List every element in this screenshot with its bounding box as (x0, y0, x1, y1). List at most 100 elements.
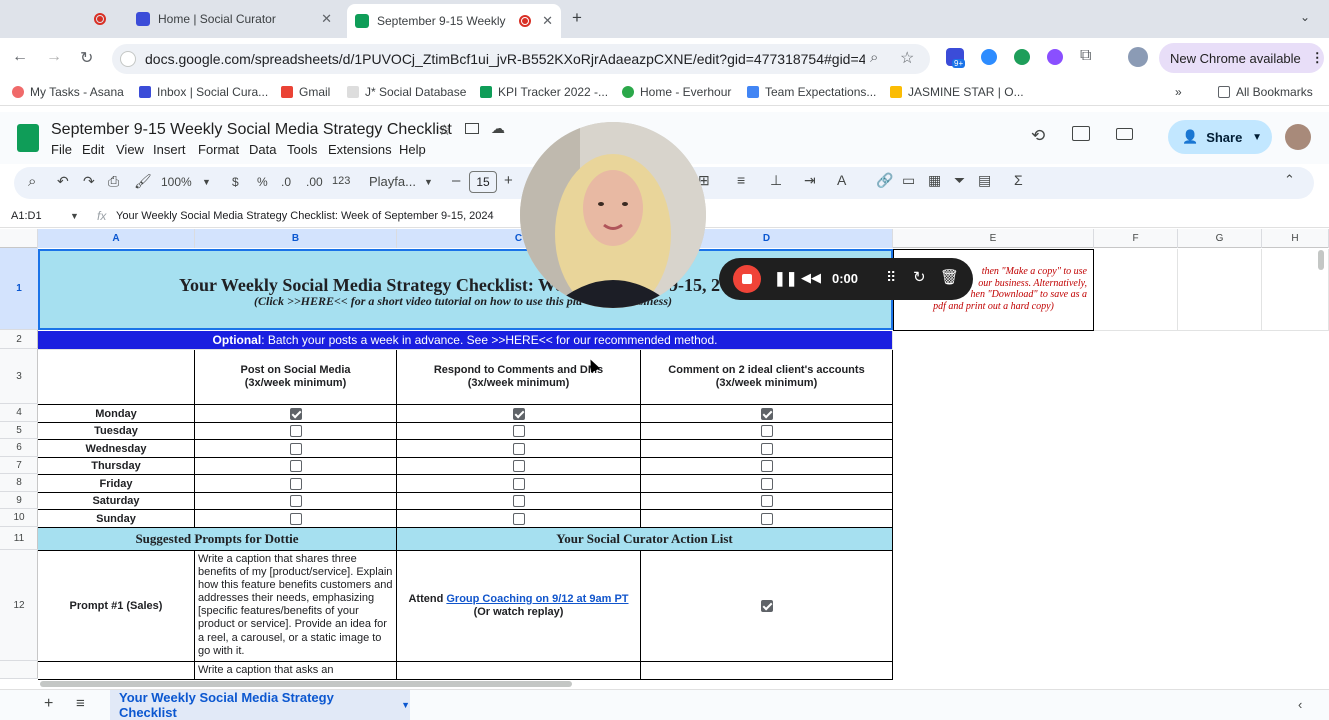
increase-font-size-icon[interactable]: + (504, 172, 513, 189)
day-label[interactable]: Thursday (38, 458, 195, 475)
bookmarks-overflow-icon[interactable]: » (1175, 85, 1182, 99)
row-header[interactable]: 1 (0, 248, 38, 330)
star-icon[interactable]: ☆ (438, 121, 451, 139)
menu-format[interactable]: Format (198, 142, 239, 157)
sheet-tab[interactable]: Your Weekly Social Media Strategy Checkl… (110, 690, 410, 720)
site-info-icon[interactable] (120, 51, 136, 67)
column-header-h[interactable]: H (1262, 229, 1329, 248)
percent-format-button[interactable]: % (257, 175, 268, 189)
select-all-corner[interactable] (0, 229, 38, 248)
task-checkbox[interactable] (512, 460, 525, 472)
bookmark-gmail[interactable]: Gmail (281, 85, 330, 99)
checkbox-cell[interactable] (641, 510, 893, 528)
close-icon[interactable]: ✕ (542, 13, 553, 29)
optional-banner[interactable]: Optional: Batch your posts a week in adv… (38, 331, 893, 350)
tab-sheets[interactable]: September 9-15 Weekly S ✕ (347, 4, 561, 38)
bookmark-social-database[interactable]: J* Social Database (347, 85, 466, 99)
checkbox-cell[interactable] (195, 440, 397, 458)
task-checkbox[interactable] (289, 407, 302, 420)
task-checkbox[interactable] (760, 407, 773, 420)
checkbox-cell[interactable] (641, 475, 893, 493)
zoom-search-icon[interactable]: ⌕ (870, 49, 878, 66)
task-checkbox[interactable] (512, 425, 525, 437)
decrease-decimal-button[interactable]: .0 (281, 175, 291, 189)
task-checkbox[interactable] (760, 495, 773, 507)
row-header[interactable]: 9 (0, 492, 38, 509)
empty-cell[interactable] (38, 662, 195, 680)
task-checkbox[interactable] (289, 495, 302, 507)
font-size-input[interactable]: 15 (469, 171, 497, 193)
prompt-1-label[interactable]: Prompt #1 (Sales) (38, 551, 195, 662)
text-wrap-icon[interactable]: ⇥ (804, 172, 816, 189)
checkbox-cell[interactable] (641, 423, 893, 440)
sheet-subtitle[interactable]: (Click >>HERE<< for a short video tutori… (254, 294, 582, 309)
checkbox-cell[interactable] (397, 493, 641, 510)
empty-header-cell[interactable] (38, 350, 195, 405)
forward-icon[interactable]: → (46, 48, 62, 66)
bookmark-inbox[interactable]: Inbox | Social Cura... (139, 85, 268, 99)
checkbox-cell[interactable] (195, 458, 397, 475)
share-dropdown-icon[interactable]: ▼ (1252, 132, 1262, 143)
day-label[interactable]: Tuesday (38, 423, 195, 440)
explore-icon[interactable]: ‹ (1298, 697, 1302, 712)
checkbox-cell[interactable] (397, 423, 641, 440)
paint-format-icon[interactable]: 🖌 (134, 173, 152, 190)
row-header[interactable]: 7 (0, 457, 38, 474)
increase-decimal-button[interactable]: .00 (306, 175, 323, 189)
row-header[interactable]: 12 (0, 550, 38, 661)
group-coaching-link[interactable]: Group Coaching on 9/12 at 9am PT (446, 593, 628, 605)
meet-icon[interactable] (1116, 128, 1133, 140)
checkbox-cell[interactable] (195, 475, 397, 493)
restart-icon[interactable]: ↻ (913, 268, 926, 286)
row-header[interactable]: 5 (0, 422, 38, 439)
filter-views-icon[interactable]: ▤ (978, 172, 991, 189)
sheets-logo-icon[interactable] (17, 124, 39, 152)
action-1-checkbox-cell[interactable] (641, 551, 893, 662)
task-checkbox[interactable] (289, 477, 302, 490)
back-icon[interactable]: ← (12, 48, 28, 66)
menu-insert[interactable]: Insert (153, 142, 186, 157)
checkbox-cell[interactable] (641, 440, 893, 458)
grammar-extension-icon[interactable] (1014, 49, 1030, 65)
checkbox-cell[interactable] (397, 405, 641, 423)
checkbox-cell[interactable] (195, 405, 397, 423)
checkbox-cell[interactable] (397, 440, 641, 458)
day-label[interactable]: Saturday (38, 493, 195, 510)
checkbox-cell[interactable] (195, 423, 397, 440)
collapse-toolbar-icon[interactable]: ⌃ (1284, 172, 1295, 188)
task-checkbox[interactable] (512, 407, 525, 420)
prompt-2-text[interactable]: Write a caption that asks an (195, 662, 397, 680)
currency-format-button[interactable]: $ (232, 175, 239, 189)
empty-cell[interactable] (1178, 249, 1262, 331)
name-box-dropdown-icon[interactable]: ▼ (70, 211, 79, 221)
undo-icon[interactable]: ↶ (57, 173, 69, 190)
task-checkbox[interactable] (289, 512, 302, 525)
pause-icon[interactable]: ❚❚ (774, 270, 797, 287)
action-1-cell[interactable]: Attend Group Coaching on 9/12 at 9am PT … (397, 551, 641, 662)
decrease-font-size-icon[interactable]: – (452, 172, 460, 189)
column-header-b[interactable]: B (195, 229, 397, 248)
bookmark-team[interactable]: Team Expectations... (747, 85, 876, 99)
header-comment-accounts[interactable]: Comment on 2 ideal client's accounts (3x… (641, 350, 893, 405)
share-button[interactable]: 👤 Share ▼ (1168, 120, 1272, 154)
move-folder-icon[interactable] (465, 123, 479, 134)
text-rotation-icon[interactable]: A (837, 172, 846, 188)
chrome-update-button[interactable]: New Chrome available ⋮ (1159, 43, 1324, 73)
insert-chart-icon[interactable]: ▦ (928, 172, 941, 189)
insert-comment-icon[interactable]: ▭ (902, 172, 915, 189)
print-icon[interactable]: ⎙ (108, 173, 119, 190)
version-history-icon[interactable]: ⟲ (1031, 126, 1045, 146)
day-label[interactable]: Monday (38, 405, 195, 423)
sheet-tab-dropdown-icon[interactable]: ▼ (401, 700, 410, 710)
task-checkbox[interactable] (289, 442, 302, 455)
profile-avatar[interactable] (1128, 47, 1148, 67)
more-formats-button[interactable]: 123 (332, 175, 350, 187)
column-header-e[interactable]: E (893, 229, 1094, 248)
task-checkbox[interactable] (760, 460, 773, 472)
task-checkbox[interactable] (512, 477, 525, 490)
horizontal-align-icon[interactable]: ≡ (737, 172, 745, 188)
tab-home-social-curator[interactable]: Home | Social Curator ✕ (128, 6, 340, 32)
task-checkbox[interactable] (760, 477, 773, 490)
header-respond-comments[interactable]: Respond to Comments and DMs (3x/week min… (397, 350, 641, 405)
column-header-g[interactable]: G (1178, 229, 1262, 248)
